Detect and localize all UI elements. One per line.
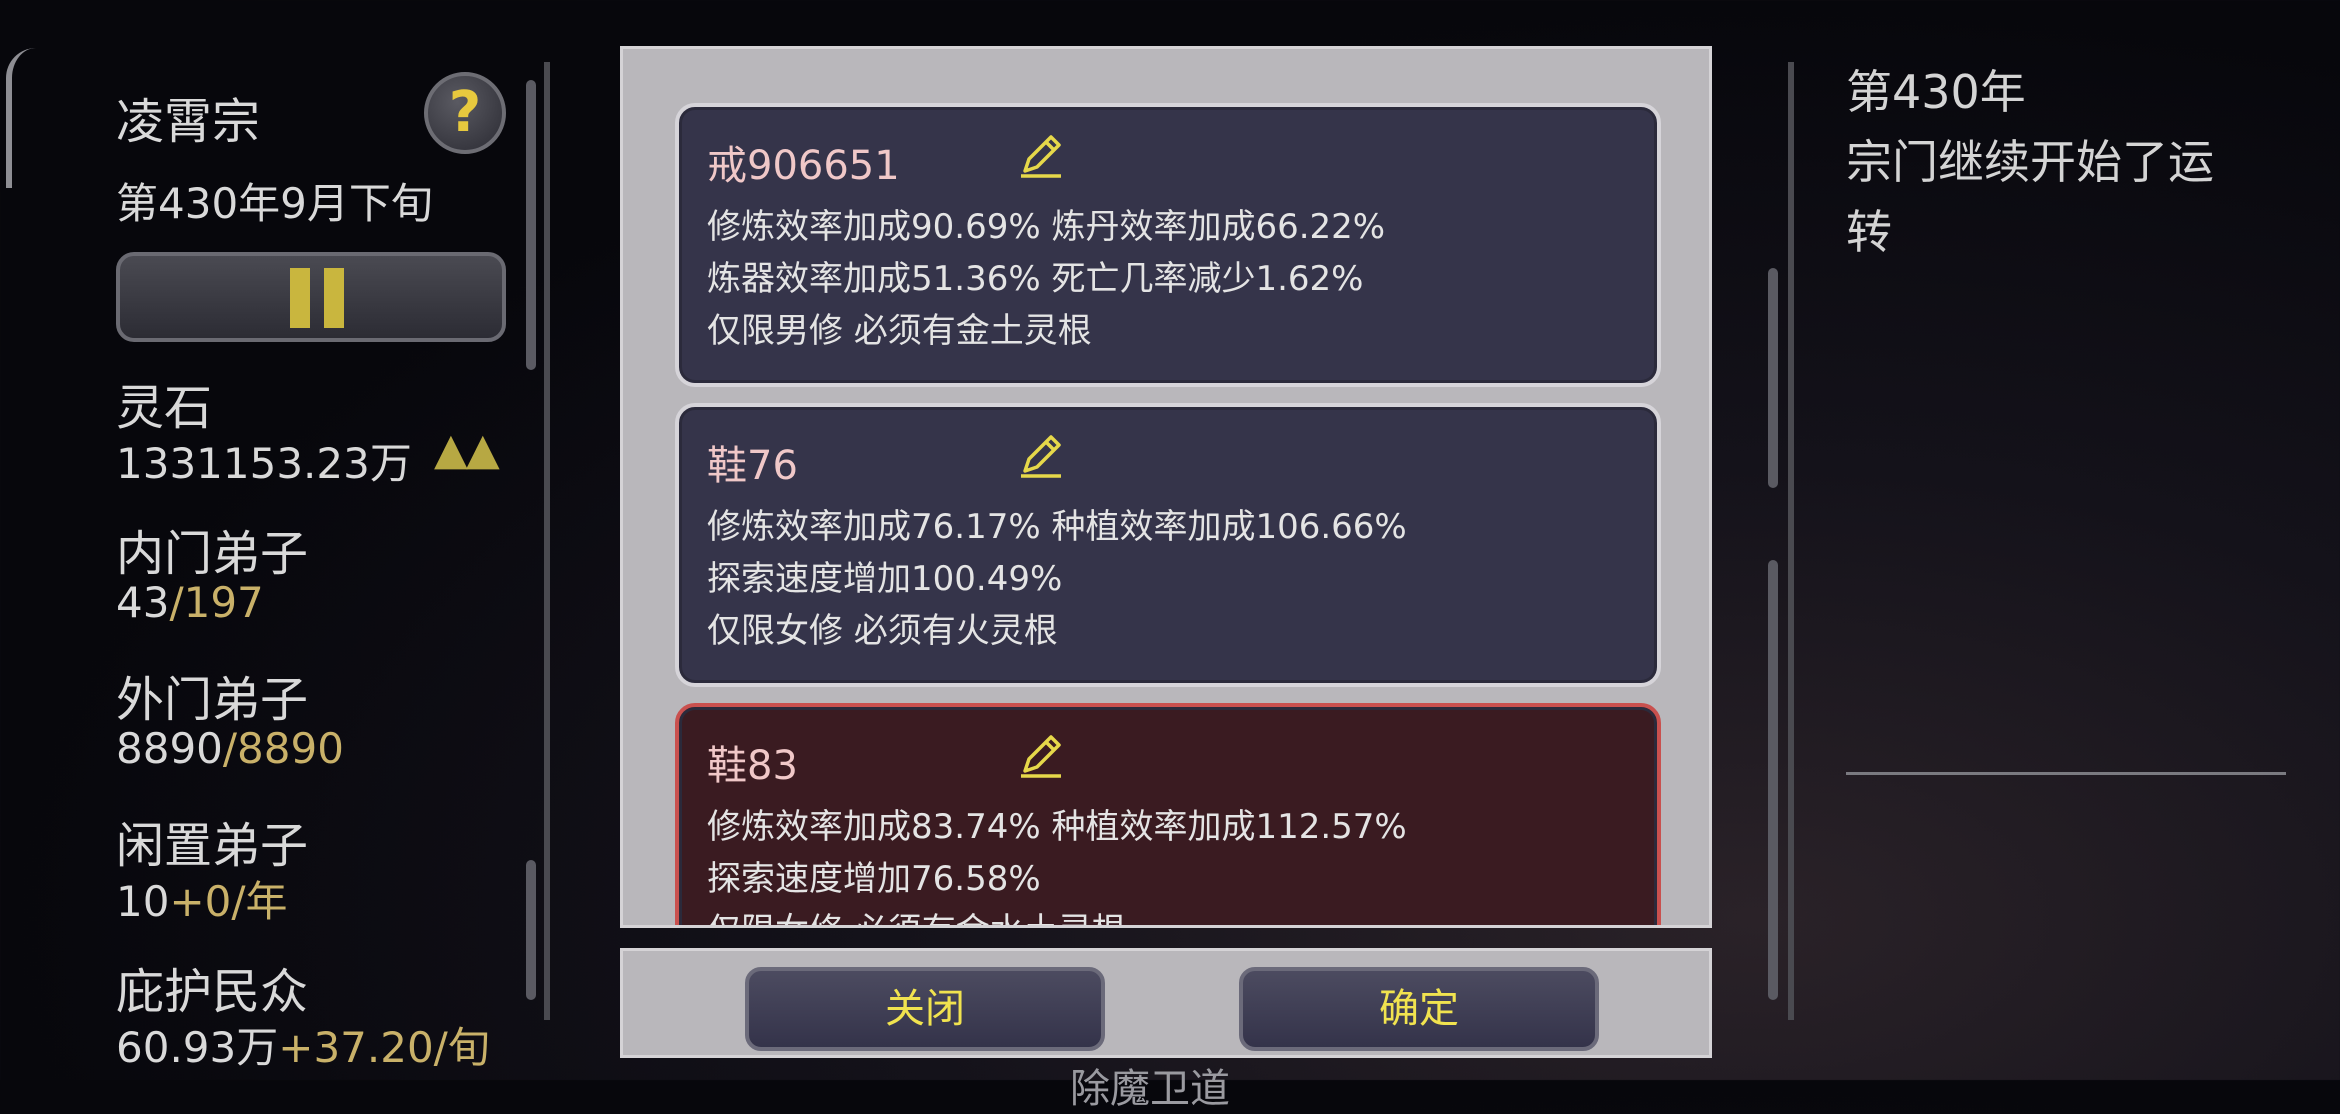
stat-label-inner-disciples: 内门弟子 xyxy=(116,526,309,582)
stat-value-inner-disciples: 43/197 xyxy=(116,578,264,627)
equipment-restriction-line: 仅限女修 必须有金水土灵根 xyxy=(707,903,1126,925)
equipment-attr-line: 探索速度增加76.58% xyxy=(707,859,1041,899)
stat-value-idle-disciples: 10+0/年 xyxy=(116,877,288,926)
game-date: 第430年9月下旬 xyxy=(116,179,433,228)
equipment-attr-line: 炼器效率加成51.36% 死亡几率减少1.62% xyxy=(707,259,1364,299)
dialog-footer: 关闭 确定 xyxy=(620,948,1712,1058)
equipment-card-selected[interactable]: 鞋83 修炼效率加成83.74% 种植效率加成112.57% 探索速度增加76.… xyxy=(675,703,1661,925)
equipment-attr-line: 修炼效率加成90.69% 炼丹效率加成66.22% xyxy=(707,207,1386,247)
stat-value-spirit-stone: 1331153.23万 xyxy=(116,439,412,488)
equipment-card[interactable]: 鞋76 修炼效率加成76.17% 种植效率加成106.66% 探索速度增加100… xyxy=(675,403,1661,687)
right-scrollbar-lower[interactable] xyxy=(1768,560,1778,1000)
edit-pencil-icon[interactable] xyxy=(1015,429,1067,481)
equipment-restriction-line: 仅限女修 必须有火灵根 xyxy=(707,611,1058,651)
equipment-name: 戒906651 xyxy=(707,143,900,189)
confirm-button[interactable]: 确定 xyxy=(1239,967,1599,1051)
equipment-attr-line: 修炼效率加成76.17% 种植效率加成106.66% xyxy=(707,507,1407,547)
left-rail xyxy=(544,62,550,1020)
pause-icon-bar xyxy=(324,268,344,328)
equipment-select-dialog: 戒906651 修炼效率加成90.69% 炼丹效率加成66.22% 炼器效率加成… xyxy=(620,46,1712,928)
stat-value-protected-people: 60.93万+37.20/旬 xyxy=(116,1023,490,1072)
up-arrows-icon: ▲▲ xyxy=(434,424,500,475)
equipment-card[interactable]: 戒906651 修炼效率加成90.69% 炼丹效率加成66.22% 炼器效率加成… xyxy=(675,103,1661,387)
log-year: 第430年 xyxy=(1846,65,2026,119)
edit-pencil-icon[interactable] xyxy=(1015,729,1067,781)
log-message: 宗门继续开始了运 xyxy=(1846,135,2214,189)
pause-button[interactable] xyxy=(116,252,506,342)
edit-pencil-icon[interactable] xyxy=(1015,129,1067,181)
left-scrollbar-lower[interactable] xyxy=(526,860,536,1000)
behind-section-label: 除魔卫道 xyxy=(1070,1066,1230,1112)
stat-label-spirit-stone: 灵石 xyxy=(116,380,213,436)
close-button[interactable]: 关闭 xyxy=(745,967,1105,1051)
log-divider xyxy=(1846,772,2286,775)
right-scrollbar[interactable] xyxy=(1768,268,1778,488)
equipment-name: 鞋83 xyxy=(707,743,798,789)
pause-icon xyxy=(290,268,310,328)
equipment-attr-line: 修炼效率加成83.74% 种植效率加成112.57% xyxy=(707,807,1407,847)
sect-name: 凌霄宗 xyxy=(116,94,261,150)
stat-label-outer-disciples: 外门弟子 xyxy=(116,672,309,728)
left-scrollbar[interactable] xyxy=(526,80,536,370)
equipment-name: 鞋76 xyxy=(707,443,798,489)
right-rail xyxy=(1788,62,1794,1020)
equipment-attr-line: 探索速度增加100.49% xyxy=(707,559,1063,599)
edge-bracket xyxy=(6,48,36,188)
log-message-cont: 转 xyxy=(1846,205,1892,259)
stat-value-outer-disciples: 8890/8890 xyxy=(116,724,344,773)
help-icon[interactable]: ? xyxy=(424,72,506,154)
equipment-restriction-line: 仅限男修 必须有金土灵根 xyxy=(707,311,1092,351)
stat-label-protected-people: 庇护民众 xyxy=(116,964,309,1020)
stat-label-idle-disciples: 闲置弟子 xyxy=(116,818,309,874)
